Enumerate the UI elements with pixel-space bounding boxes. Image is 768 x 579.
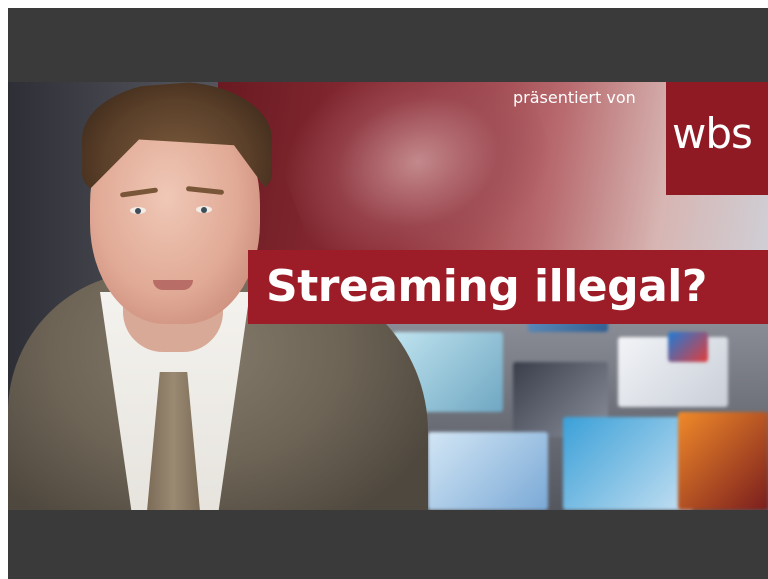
media-tile xyxy=(668,332,708,362)
person-eye xyxy=(196,206,212,213)
person-mouth xyxy=(153,280,193,290)
presented-by-text: präsentiert von xyxy=(513,88,636,107)
wbs-logo-text: wbs xyxy=(672,109,753,158)
media-tile xyxy=(678,412,768,510)
media-tile xyxy=(563,417,693,510)
video-player-frame[interactable]: Streaming illegal? präsentiert von wbs xyxy=(8,8,768,579)
video-thumbnail[interactable]: Streaming illegal? präsentiert von wbs xyxy=(8,82,768,510)
headline-text: Streaming illegal? xyxy=(266,261,707,312)
media-tile xyxy=(428,432,548,510)
person-eye xyxy=(130,207,146,214)
